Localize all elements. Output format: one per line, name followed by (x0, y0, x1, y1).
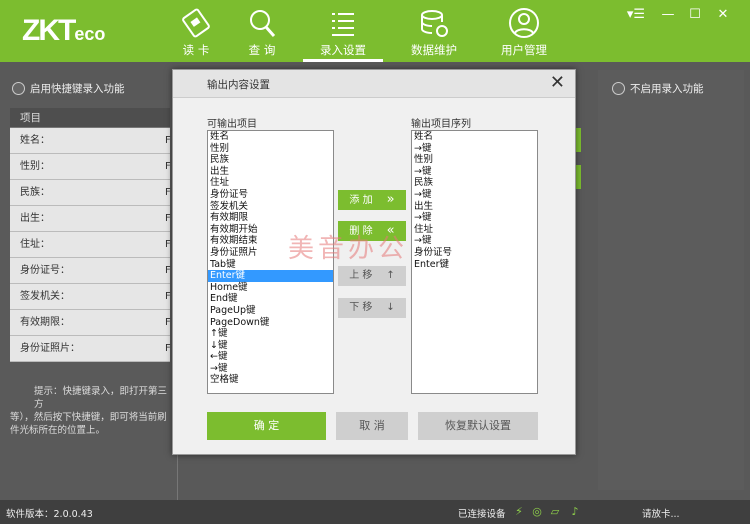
fingerprint-icon: ◎ (532, 505, 542, 518)
list-item[interactable]: 身份证号 (208, 189, 333, 201)
card-reader-icon (182, 8, 210, 38)
nav-user-management[interactable]: 用户管理 (484, 0, 564, 62)
list-item[interactable]: PageUp键 (208, 305, 333, 317)
list-item[interactable]: 住址 (412, 224, 537, 236)
list-item[interactable]: →键 (208, 363, 333, 375)
search-icon (250, 10, 276, 37)
table-row[interactable]: 有效期限： F (10, 310, 171, 336)
version-text: 软件版本：2.0.0.43 (6, 509, 93, 520)
list-item[interactable]: 住址 (208, 177, 333, 189)
tip-text: 提示：快捷键录入，即打开第三方 等），然后按下快捷键，即可将当前刷 件光标所在的… (10, 386, 168, 436)
move-up-button[interactable]: 上 移 ↑ (338, 266, 406, 286)
list-item[interactable]: 有效期结束 (208, 235, 333, 247)
list-item[interactable]: →键 (412, 166, 537, 178)
list-item[interactable]: →键 (412, 143, 537, 155)
table-row[interactable]: 身份证号： F (10, 258, 171, 284)
table-row[interactable]: 身份证照片： F (10, 336, 171, 362)
top-toolbar: ZKTeco 读 卡 查 询 录入设置 数据维护 用户管理 ▾☰ — ☐ ✕ (0, 0, 750, 62)
list-item[interactable]: ↑键 (208, 328, 333, 340)
list-item[interactable]: 有效期开始 (208, 224, 333, 236)
enable-shortcut-radio[interactable]: 启用快捷键录入功能 (12, 77, 125, 99)
available-items-label: 可输出项目 (207, 119, 257, 130)
nav-data-maintenance[interactable]: 数据维护 (394, 0, 474, 62)
list-item[interactable]: 出生 (208, 166, 333, 178)
list-item[interactable]: 性别 (412, 154, 537, 166)
list-item[interactable]: 出生 (412, 201, 537, 213)
menu-dropdown-icon[interactable]: ▾☰ (626, 6, 646, 26)
minimize-button[interactable]: — (658, 6, 678, 26)
arrow-down-icon: ↓ (386, 302, 395, 313)
chevron-left-icon: « (386, 223, 395, 238)
table-row[interactable]: 民族： F (10, 180, 171, 206)
database-gear-icon (421, 10, 448, 37)
list-settings-icon (332, 13, 354, 36)
list-item[interactable]: →键 (412, 235, 537, 247)
arrow-up-icon: ↑ (386, 270, 395, 281)
list-item[interactable]: ←键 (208, 351, 333, 363)
speaker-icon: ♪ (571, 505, 579, 518)
list-item[interactable]: 身份证照片 (208, 247, 333, 259)
table-row[interactable]: 性别： F (10, 154, 171, 180)
right-panel (598, 70, 744, 490)
list-item[interactable]: →键 (412, 189, 537, 201)
table-row[interactable]: 住址： F (10, 232, 171, 258)
delete-button[interactable]: 删 除 « (338, 221, 406, 241)
maximize-button[interactable]: ☐ (685, 6, 705, 26)
restore-defaults-button[interactable]: 恢复默认设置 (418, 412, 538, 440)
shortcut-table: 项目快 姓名：F 性别：F 民族：F 出生：F 住址：F 身份证号：F 签发机关… (10, 108, 186, 362)
list-item[interactable]: 空格键 (208, 374, 333, 386)
status-bar: 软件版本：2.0.0.43 已连接设备 ⚡ ◎ ▱ ♪ 请放卡... (0, 500, 750, 524)
user-icon (509, 8, 539, 38)
list-item[interactable]: 民族 (412, 177, 537, 189)
dialog-titlebar: 输出内容设置 ✕ (173, 70, 575, 98)
disable-input-radio[interactable]: 不启用录入功能 (612, 77, 704, 99)
close-icon[interactable]: ✕ (550, 73, 565, 93)
list-item[interactable]: 性别 (208, 143, 333, 155)
card-prompt: 请放卡... (642, 509, 680, 520)
plug-icon: ⚡ (515, 505, 523, 518)
list-item[interactable]: ↓键 (208, 340, 333, 352)
output-settings-dialog: 输出内容设置 ✕ 可输出项目 输出项目序列 姓名 性别 民族 出生 住址 身份证号 签发机关… (172, 69, 576, 455)
ok-button[interactable]: 确 定 (207, 412, 326, 440)
radio-icon (612, 81, 625, 95)
close-button[interactable]: ✕ (713, 6, 733, 26)
list-item[interactable]: 姓名 (412, 131, 537, 143)
chevron-right-icon: » (386, 192, 395, 207)
list-item[interactable]: 签发机关 (208, 201, 333, 213)
table-row[interactable]: 姓名： F (10, 128, 171, 154)
connection-status: 已连接设备 (458, 509, 506, 520)
list-item[interactable]: PageDown键 (208, 317, 333, 329)
list-item[interactable]: 身份证号 (412, 247, 537, 259)
nav-query[interactable]: 查 询 (222, 0, 302, 62)
nav-input-settings[interactable]: 录入设置 (303, 0, 383, 62)
table-header: 项目快 (10, 108, 186, 128)
cancel-button[interactable]: 取 消 (336, 412, 408, 440)
table-row[interactable]: 签发机关： F (10, 284, 171, 310)
list-item[interactable]: 有效期限 (208, 212, 333, 224)
list-item[interactable]: 姓名 (208, 131, 333, 143)
list-item[interactable]: End键 (208, 293, 333, 305)
list-item[interactable]: 民族 (208, 154, 333, 166)
list-item[interactable]: →键 (412, 212, 537, 224)
add-button[interactable]: 添 加» (338, 190, 406, 210)
output-sequence-label: 输出项目序列 (411, 119, 471, 130)
dialog-title: 输出内容设置 (207, 79, 270, 91)
table-row[interactable]: 出生： F (10, 206, 171, 232)
available-items-list[interactable]: 姓名 性别 民族 出生 住址 身份证号 签发机关 有效期限 有效期开始 有效期结束 身份证照片 Tab… (207, 130, 334, 394)
move-down-button[interactable]: 下 移 ↓ (338, 298, 406, 318)
radio-icon (12, 81, 25, 95)
list-item[interactable]: Enter键 (412, 259, 537, 271)
list-item[interactable]: Tab键 (208, 259, 333, 271)
zkteco-logo: ZKTeco (22, 14, 106, 47)
output-items-list[interactable]: 姓名 →键 性别 →键 民族 →键 出生 →键 住址 →键 身份证号 Enter键 (411, 130, 538, 394)
list-item[interactable]: Enter键 (208, 270, 333, 282)
card-icon: ▱ (550, 505, 560, 518)
list-item[interactable]: Home键 (208, 282, 333, 294)
